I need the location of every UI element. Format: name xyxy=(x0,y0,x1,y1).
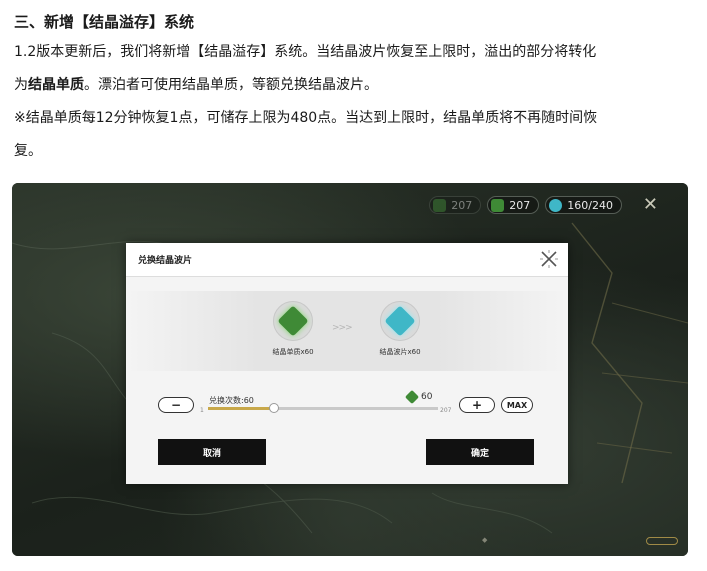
map-legend-widget xyxy=(646,537,678,550)
increment-button[interactable]: + xyxy=(459,397,495,413)
slider-max-label: 207 xyxy=(440,407,452,414)
paragraph-2-line-1: ※结晶单质每12分钟恢复1点，可储存上限为480点。当达到上限时，结晶单质将不再… xyxy=(14,110,598,126)
dialog-close-icon[interactable] xyxy=(539,249,559,269)
from-item-label: 结晶单质x60 xyxy=(272,348,314,356)
slider-fill xyxy=(208,407,274,410)
paragraph-2-line-2: 复。 xyxy=(14,143,42,159)
exchange-count-slider[interactable] xyxy=(208,407,438,410)
map-marker-icon: ◆ xyxy=(482,536,488,544)
crystal-solvent-icon xyxy=(273,301,313,341)
exchange-dialog: 兑换结晶波片 结晶单质x60 >>> 结晶波片x60 − 兑换次数:60 1 2… xyxy=(126,243,568,484)
crystal-solvent-icon xyxy=(433,198,447,212)
section-heading: 三、新增【结晶溢存】系统 xyxy=(14,13,195,31)
to-item-waveplate: 结晶波片x60 xyxy=(365,301,435,357)
crystal-solvent-term: 结晶单质 xyxy=(28,77,84,93)
paragraph-2: ※结晶单质每12分钟恢复1点，可储存上限为480点。当达到上限时，结晶单质将不再… xyxy=(14,102,694,168)
crystal-solvent-icon xyxy=(491,198,505,212)
slider-min-label: 1 xyxy=(200,407,204,414)
paragraph-1: 1.2版本更新后，我们将新增【结晶溢存】系统。当结晶波片恢复至上限时，溢出的部分… xyxy=(14,36,694,102)
decrement-button[interactable]: − xyxy=(158,397,194,413)
exchange-count-label: 兑换次数:60 xyxy=(209,396,254,405)
waveplate-counter[interactable]: 160/240 xyxy=(545,196,622,214)
max-button[interactable]: MAX xyxy=(501,397,533,413)
slider-handle[interactable] xyxy=(268,403,279,413)
from-item-crystal-solvent: 结晶单质x60 xyxy=(258,301,328,357)
currency-hud: 207 207 160/240 xyxy=(429,196,622,214)
game-screenshot: 207 207 160/240 ✕ 兑换结晶波片 结晶单质x60 >>> 结晶波… xyxy=(12,183,688,556)
crystal-solvent-icon xyxy=(404,389,420,405)
exchange-preview: 结晶单质x60 >>> 结晶波片x60 xyxy=(126,291,568,371)
cancel-button[interactable]: 取消 xyxy=(158,439,266,465)
crystal-solvent-counter[interactable]: 207 xyxy=(487,196,540,214)
confirm-button[interactable]: 确定 xyxy=(426,439,534,465)
map-layer-toggle[interactable] xyxy=(646,537,678,545)
waveplate-icon xyxy=(549,198,563,212)
paragraph-1-line-1: 1.2版本更新后，我们将新增【结晶溢存】系统。当结晶波片恢复至上限时，溢出的部分… xyxy=(14,44,597,60)
dialog-title: 兑换结晶波片 xyxy=(126,243,568,277)
arrow-right-icon: >>> xyxy=(332,323,353,333)
close-icon[interactable]: ✕ xyxy=(643,194,658,215)
waveplate-icon xyxy=(380,301,420,341)
hud-pill-faded: 207 xyxy=(429,196,482,214)
exchange-cost: 60 xyxy=(404,389,432,405)
to-item-label: 结晶波片x60 xyxy=(379,348,421,356)
paragraph-1-line-2: 为结晶单质。漂泊者可使用结晶单质，等额兑换结晶波片。 xyxy=(14,77,378,93)
article: 三、新增【结晶溢存】系统 1.2版本更新后，我们将新增【结晶溢存】系统。当结晶波… xyxy=(14,10,694,168)
